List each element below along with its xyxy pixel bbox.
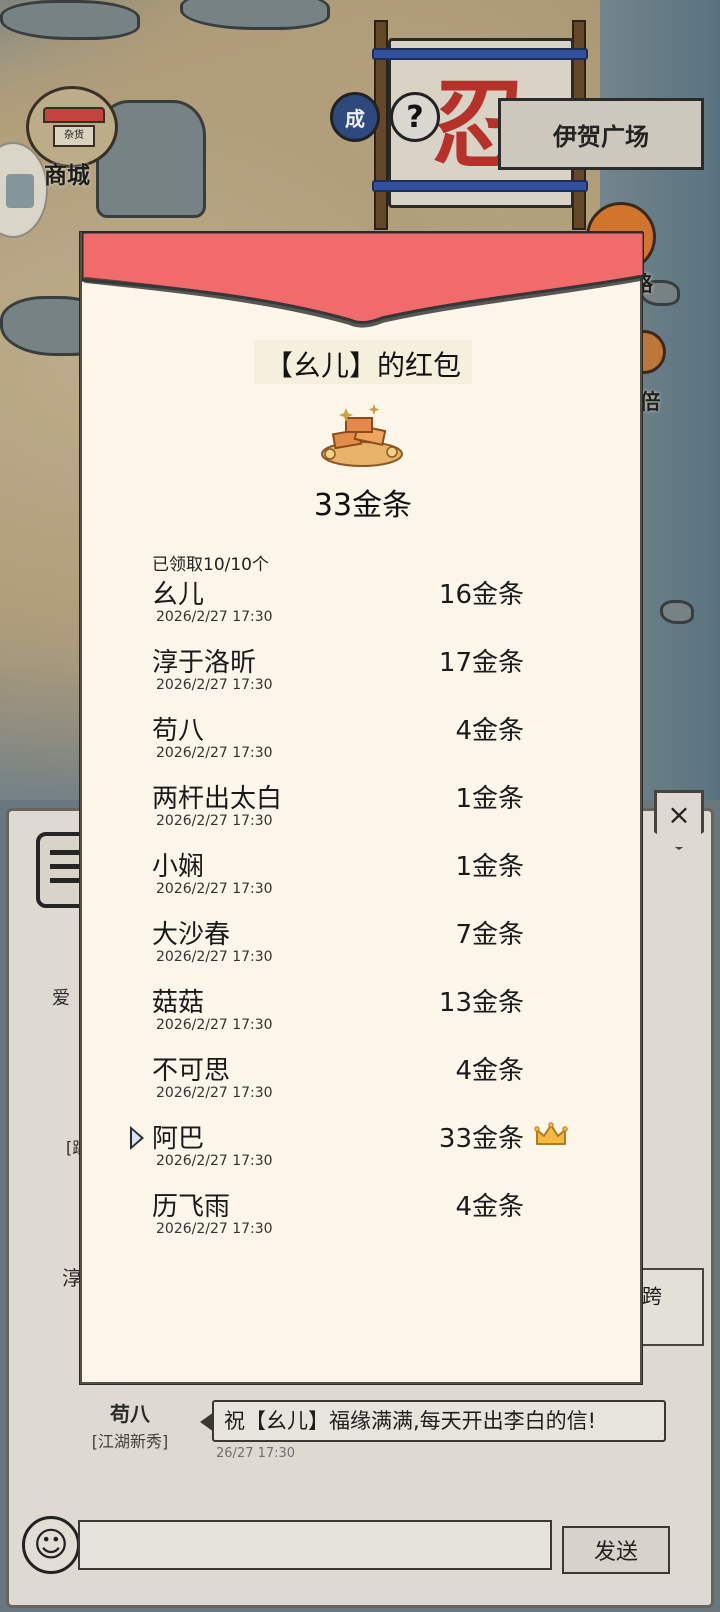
crown-icon [534,1122,568,1145]
red-packet-flap [82,232,644,328]
claim-amount: 33金条 [438,1124,524,1154]
claim-amount: 7金条 [455,920,524,950]
claim-row: 淳于洛昕 2026/2/27 17:30 17金条 [82,642,644,710]
claim-row: 不可思 2026/2/27 17:30 4金条 [82,1050,644,1118]
claim-row: 小娴 2026/2/27 17:30 1金条 [82,846,644,914]
claimed-count: 已领取10/10个 [152,555,269,575]
claim-amount: 4金条 [455,1192,524,1222]
red-packet-total: 33金条 [313,488,413,523]
claim-time: 2026/2/27 17:30 [156,1085,273,1101]
claimer-name: 菇菇 [152,988,205,1018]
claim-time: 2026/2/27 17:30 [156,1153,273,1169]
claim-row: 历飞雨 2026/2/27 17:30 4金条 [82,1186,644,1254]
claim-row-self: 阿巴 2026/2/27 17:30 33金条 [82,1118,644,1186]
claim-time: 2026/2/27 17:30 [156,609,273,625]
claimer-name: 大沙春 [152,920,231,950]
claim-row: 两杆出太白 2026/2/27 17:30 1金条 [82,778,644,846]
claim-time: 2026/2/27 17:30 [156,745,273,761]
claim-row: 幺儿 2026/2/27 17:30 16金条 [82,574,644,642]
claim-amount: 4金条 [455,716,524,746]
claim-time: 2026/2/27 17:30 [156,1017,273,1033]
claim-row: 苟八 2026/2/27 17:30 4金条 [82,710,644,778]
claim-row: 大沙春 2026/2/27 17:30 7金条 [82,914,644,982]
claim-time: 2026/2/27 17:30 [156,677,273,693]
claimer-name: 幺儿 [152,580,205,610]
claim-time: 2026/2/27 17:30 [156,813,273,829]
claimer-name: 两杆出太白 [152,784,283,814]
claimer-name: 阿巴 [152,1124,205,1154]
claim-amount: 1金条 [455,784,524,814]
claim-time: 2026/2/27 17:30 [156,881,273,897]
gold-bars-icon [321,404,403,467]
claim-row: 菇菇 2026/2/27 17:30 13金条 [82,982,644,1050]
red-packet-modal: 【幺儿】的红包 33金条 已领取10/10个 幺儿 2026/2/27 17:3… [80,232,644,1384]
claimer-name: 小娴 [152,852,205,882]
claim-time: 2026/2/27 17:30 [156,949,273,965]
claim-amount: 17金条 [438,648,524,678]
claimer-name: 淳于洛昕 [152,648,257,678]
claimer-name: 不可思 [152,1056,231,1086]
claim-time: 2026/2/27 17:30 [156,1221,273,1237]
claimer-name: 历飞雨 [152,1192,231,1222]
claim-amount: 13金条 [438,988,524,1018]
self-marker-icon [130,1126,144,1150]
claimer-name: 苟八 [152,716,205,746]
claim-list: 幺儿 2026/2/27 17:30 16金条 淳于洛昕 2026/2/27 1… [82,574,644,1254]
red-packet-title: 【幺儿】的红包 [264,349,461,382]
claim-amount: 16金条 [438,580,524,610]
claim-amount: 4金条 [455,1056,524,1086]
claim-amount: 1金条 [455,852,524,882]
